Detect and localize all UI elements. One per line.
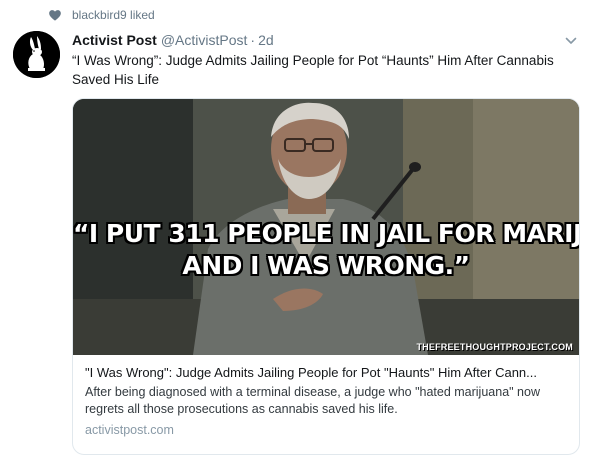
rabbit-logo — [13, 31, 60, 78]
card-domain[interactable]: activistpost.com — [85, 422, 567, 439]
image-caption-line-1: “I PUT 311 PEOPLE IN JAIL FOR MARIJUANA — [73, 219, 579, 248]
social-context: blackbird9 liked — [48, 6, 155, 24]
tweet-timestamp[interactable]: 2d — [258, 32, 274, 48]
image-watermark: THEFREETHOUGHTPROJECT.COM — [416, 342, 573, 352]
avatar[interactable] — [13, 31, 60, 78]
card-image[interactable]: “I PUT 311 PEOPLE IN JAIL FOR MARIJUANA … — [73, 99, 579, 355]
image-caption-line-2: AND I WAS WRONG.” — [182, 251, 470, 280]
tweet-container[interactable]: blackbird9 liked Activist Post @Activist… — [0, 0, 591, 460]
heart-icon — [48, 8, 62, 22]
author-handle[interactable]: @ActivistPost — [161, 32, 248, 48]
tweet-text: “I Was Wrong”: Judge Admits Jailing Peop… — [72, 53, 554, 87]
link-card[interactable]: “I PUT 311 PEOPLE IN JAIL FOR MARIJUANA … — [72, 98, 580, 455]
chevron-down-icon[interactable] — [565, 36, 577, 46]
liked-by-text[interactable]: blackbird9 liked — [72, 8, 155, 22]
separator-dot: · — [250, 32, 256, 48]
card-description: After being diagnosed with a terminal di… — [85, 385, 540, 416]
tweet-header: Activist Post @ActivistPost · 2d — [72, 30, 573, 50]
author-name[interactable]: Activist Post — [72, 32, 157, 48]
card-title[interactable]: "I Was Wrong": Judge Admits Jailing Peop… — [85, 364, 567, 381]
card-body[interactable]: "I Was Wrong": Judge Admits Jailing Peop… — [73, 355, 579, 439]
